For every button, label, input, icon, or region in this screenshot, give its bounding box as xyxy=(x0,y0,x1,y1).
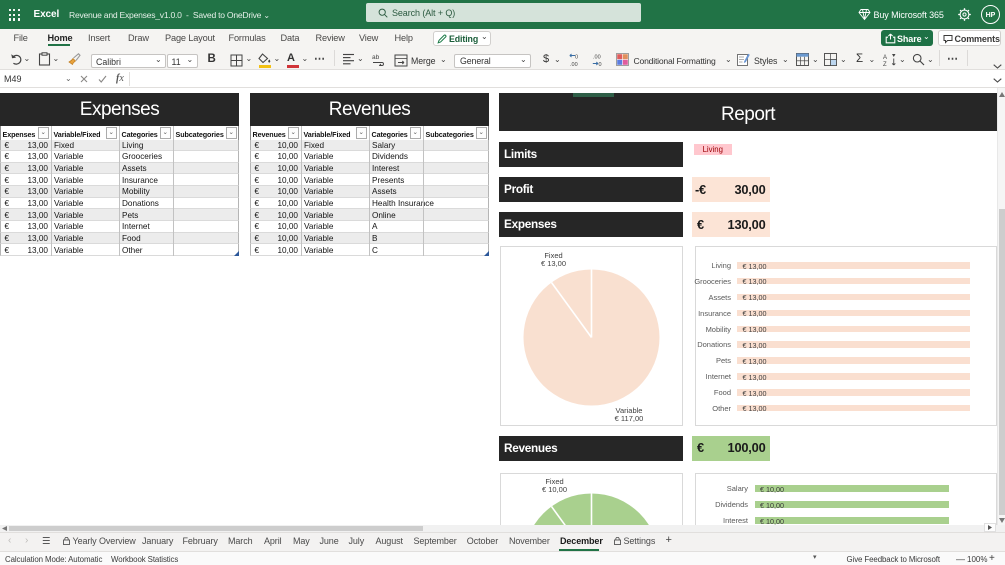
svg-text:A: A xyxy=(883,55,887,61)
svg-text:ab: ab xyxy=(372,54,380,61)
svg-text:.00: .00 xyxy=(570,62,578,67)
svg-text:.00: .00 xyxy=(593,55,601,61)
svg-text:Z: Z xyxy=(883,62,887,66)
svg-text:0: 0 xyxy=(599,62,602,67)
svg-text:0: 0 xyxy=(575,55,578,61)
